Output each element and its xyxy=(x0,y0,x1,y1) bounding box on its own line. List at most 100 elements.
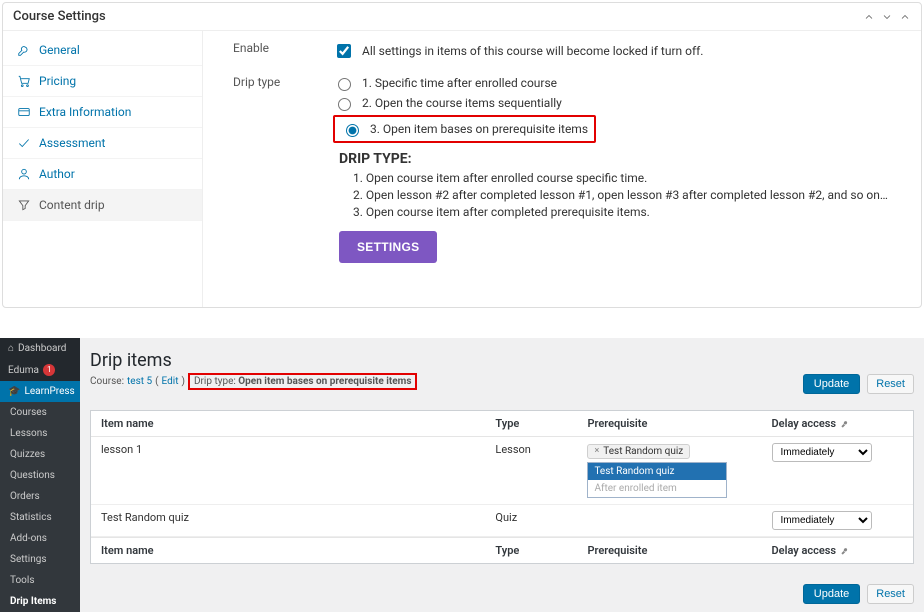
panel-title: Course Settings xyxy=(13,9,106,24)
wp-side-dashboard[interactable]: ⌂ Dashboard xyxy=(0,338,80,359)
reset-button[interactable]: Reset xyxy=(867,584,914,604)
wp-sub-label: Statistics xyxy=(10,512,52,523)
wp-sub-settings[interactable]: Settings xyxy=(0,549,80,570)
delay-select[interactable]: Immediately xyxy=(772,443,872,462)
settings-sidebar: General Pricing Extra Information Assess… xyxy=(3,31,203,307)
table-row: lesson 1 Lesson × Test Random quiz Test … xyxy=(91,437,913,505)
col-delay-text: Delay access xyxy=(772,544,837,557)
enable-label: Enable xyxy=(233,41,333,61)
tag-remove-icon[interactable]: × xyxy=(594,446,599,456)
action-buttons-bottom: Update Reset xyxy=(803,584,914,604)
enable-checkbox-row[interactable]: All settings in items of this course wil… xyxy=(333,41,901,61)
row-prerequisite: × Test Random quiz Test Random quiz Afte… xyxy=(587,443,771,498)
reset-button[interactable]: Reset xyxy=(867,374,914,394)
wp-sub-label: Drip Items xyxy=(10,596,56,607)
sidebar-item-label: Pricing xyxy=(39,74,76,88)
wrench-icon[interactable] xyxy=(840,418,851,429)
wp-sub-label: Settings xyxy=(10,554,47,565)
paren-open: ( xyxy=(155,376,158,387)
sidebar-item-author[interactable]: Author xyxy=(3,159,202,190)
prereq-tag[interactable]: × Test Random quiz xyxy=(587,444,690,459)
dropdown-option[interactable]: After enrolled item xyxy=(588,480,726,497)
col-name-foot: Item name xyxy=(101,544,495,557)
sidebar-item-pricing[interactable]: Pricing xyxy=(3,66,202,97)
col-name-head: Item name xyxy=(101,417,495,430)
wp-sub-label: Courses xyxy=(10,407,47,418)
sidebar-item-assessment[interactable]: Assessment xyxy=(3,128,202,159)
dashboard-icon: ⌂ xyxy=(8,343,14,354)
delay-select[interactable]: Immediately xyxy=(772,511,872,530)
wp-sub-label: Questions xyxy=(10,470,55,481)
col-type-head: Type xyxy=(495,417,587,430)
driptype-radio-1[interactable] xyxy=(338,78,351,91)
course-link[interactable]: test 5 xyxy=(127,376,152,387)
row-type: Quiz xyxy=(495,511,587,524)
course-settings-panel: Course Settings General Pricing Extra In… xyxy=(2,2,922,308)
update-button[interactable]: Update xyxy=(803,584,860,604)
chevron-down-icon[interactable] xyxy=(881,11,893,23)
course-label: Course: xyxy=(90,376,124,387)
driptype-sub-label: Drip type: xyxy=(194,376,238,387)
wp-sidebar: ⌂ Dashboard Eduma 1 🎓 LearnPress Courses… xyxy=(0,338,80,612)
wp-sub-addons[interactable]: Add-ons xyxy=(0,528,80,549)
chevron-up-icon[interactable] xyxy=(863,11,875,23)
driptype-desc-3: 3. Open course item after completed prer… xyxy=(353,205,901,219)
enable-checkbox[interactable] xyxy=(337,44,351,58)
row-name: Test Random quiz xyxy=(101,511,495,524)
wp-sub-courses[interactable]: Courses xyxy=(0,402,80,423)
wp-side-learnpress[interactable]: 🎓 LearnPress xyxy=(0,381,80,402)
driptype-radio-2[interactable] xyxy=(338,98,351,111)
wp-sub-label: Tools xyxy=(10,575,34,586)
wp-sub-dripitems[interactable]: Drip Items xyxy=(0,591,80,612)
sidebar-item-general[interactable]: General xyxy=(3,35,202,66)
paren-close: ) xyxy=(181,376,184,387)
user-icon xyxy=(17,167,31,181)
settings-button[interactable]: SETTINGS xyxy=(339,231,437,263)
driptype-opt1-text: 1. Specific time after enrolled course xyxy=(362,76,557,90)
sidebar-item-label: Content drip xyxy=(39,198,105,212)
col-pre-head: Prerequisite xyxy=(587,417,771,430)
enable-text: All settings in items of this course wil… xyxy=(362,44,703,58)
sidebar-item-label: Author xyxy=(39,167,75,181)
check-icon xyxy=(17,136,31,150)
driptype-desc-1: 1. Open course item after enrolled cours… xyxy=(353,171,901,185)
driptype-desc-2: 2. Open lesson #2 after completed lesson… xyxy=(353,188,901,202)
dropdown-option[interactable]: Test Random quiz xyxy=(588,463,726,480)
wp-sub-lessons[interactable]: Lessons xyxy=(0,423,80,444)
collapse-icon[interactable] xyxy=(899,11,911,23)
col-delay-text: Delay access xyxy=(772,417,837,430)
update-button[interactable]: Update xyxy=(803,374,860,394)
driptype-radio-3[interactable] xyxy=(346,124,359,137)
learnpress-icon: 🎓 xyxy=(8,386,20,397)
cart-icon xyxy=(17,74,31,88)
driptype-opt1[interactable]: 1. Specific time after enrolled course xyxy=(333,75,901,91)
prereq-dropdown[interactable]: Test Random quiz After enrolled item xyxy=(587,462,727,498)
driptype-opt2[interactable]: 2. Open the course items sequentially xyxy=(333,95,901,111)
wp-sub-questions[interactable]: Questions xyxy=(0,465,80,486)
wp-side-eduma[interactable]: Eduma 1 xyxy=(0,359,80,381)
wp-main: Drip items Course: test 5 (Edit) Drip ty… xyxy=(80,338,924,612)
edit-link[interactable]: Edit xyxy=(162,376,179,387)
card-icon xyxy=(17,105,31,119)
eduma-badge: 1 xyxy=(43,364,56,376)
sidebar-item-label: Extra Information xyxy=(39,105,131,119)
wp-sub-tools[interactable]: Tools xyxy=(0,570,80,591)
sidebar-item-extra[interactable]: Extra Information xyxy=(3,97,202,128)
wp-sub-label: Quizzes xyxy=(10,449,45,460)
filter-icon xyxy=(17,198,31,212)
sidebar-item-content-drip[interactable]: Content drip xyxy=(3,190,202,221)
wp-sub-orders[interactable]: Orders xyxy=(0,486,80,507)
row-type: Lesson xyxy=(495,443,587,456)
wp-sub-statistics[interactable]: Statistics xyxy=(0,507,80,528)
sidebar-item-label: Assessment xyxy=(39,136,105,150)
sidebar-item-label: General xyxy=(39,43,80,57)
driptype-opt2-text: 2. Open the course items sequentially xyxy=(362,96,562,110)
table-footer: Item name Type Prerequisite Delay access xyxy=(91,537,913,563)
wp-side-label: LearnPress xyxy=(24,386,74,397)
col-delay-head: Delay access xyxy=(772,417,903,430)
wrench-icon[interactable] xyxy=(840,545,851,556)
driptype-highlight-box-2: Drip type: Open item bases on prerequisi… xyxy=(188,373,418,390)
action-buttons-top: Update Reset xyxy=(803,374,914,394)
wp-sub-quizzes[interactable]: Quizzes xyxy=(0,444,80,465)
driptype-highlight-box: 3. Open item bases on prerequisite items xyxy=(333,115,596,143)
